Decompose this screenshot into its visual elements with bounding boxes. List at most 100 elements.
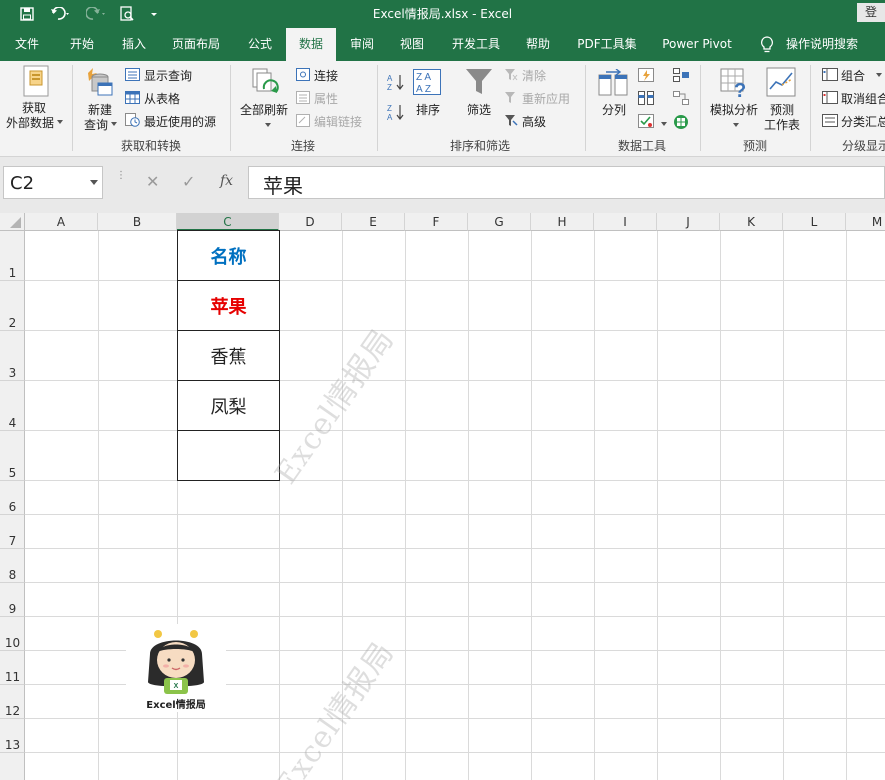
column-header-f[interactable]: F [405, 213, 468, 231]
row-header-7[interactable]: 7 [0, 515, 25, 549]
new-query-label-2[interactable]: 查询 [84, 116, 108, 133]
recent-sources-button[interactable]: 最近使用的源 [144, 113, 216, 130]
row-header-4[interactable]: 4 [0, 381, 25, 431]
cell-c4[interactable]: 凤梨 [178, 381, 279, 430]
group-button[interactable]: 组合 [841, 67, 865, 84]
tell-me-search[interactable]: 操作说明搜索 [780, 28, 864, 61]
group-icon[interactable] [822, 68, 838, 81]
chevron-down-icon[interactable] [111, 122, 117, 126]
tab-power-pivot[interactable]: Power Pivot [652, 28, 742, 61]
column-header-d[interactable]: D [279, 213, 342, 231]
chevron-down-icon[interactable] [57, 120, 63, 124]
formula-input[interactable]: 苹果 [248, 166, 885, 199]
from-table-button[interactable]: 从表格 [144, 90, 180, 107]
column-header-l[interactable]: L [783, 213, 846, 231]
insert-function-icon[interactable]: fx [220, 173, 233, 189]
tab-data[interactable]: 数据 [286, 28, 336, 61]
table-icon[interactable] [125, 91, 140, 104]
subtotal-button[interactable]: 分类汇总 [841, 113, 885, 130]
row-header-8[interactable]: 8 [0, 549, 25, 583]
connections-icon[interactable] [296, 68, 310, 81]
chevron-down-icon[interactable] [661, 122, 667, 126]
filter-button[interactable]: 筛选 [467, 101, 491, 118]
row-header-9[interactable]: 9 [0, 583, 25, 617]
recent-sources-icon[interactable] [125, 113, 140, 127]
sort-ascending-icon[interactable]: AZ [387, 73, 405, 92]
row-header-12[interactable]: 12 [0, 685, 25, 719]
data-model-icon[interactable] [673, 114, 689, 130]
tab-review[interactable]: 审阅 [340, 28, 384, 61]
forecast-sheet-label-2[interactable]: 工作表 [764, 116, 800, 133]
what-if-analysis-button[interactable]: 模拟分析 [710, 101, 758, 118]
advanced-button[interactable]: 高级 [522, 113, 546, 130]
row-header-6[interactable]: 6 [0, 481, 25, 515]
connections-button[interactable]: 连接 [314, 67, 338, 84]
consolidate-icon[interactable] [673, 68, 689, 82]
tab-formulas[interactable]: 公式 [238, 28, 282, 61]
row-header-14[interactable] [0, 753, 25, 780]
chevron-down-icon[interactable] [90, 180, 98, 185]
column-header-i[interactable]: I [594, 213, 657, 231]
filter-icon[interactable] [465, 67, 493, 97]
cell-c5[interactable] [178, 431, 279, 480]
text-to-columns-icon[interactable] [598, 68, 628, 97]
cancel-icon[interactable]: ✕ [146, 172, 159, 191]
refresh-all-button[interactable]: 全部刷新 [240, 101, 288, 118]
cell-c1[interactable]: 名称 [178, 231, 279, 280]
ungroup-button[interactable]: 取消组合 [841, 90, 885, 107]
row-header-5[interactable]: 5 [0, 431, 25, 481]
text-to-columns-button[interactable]: 分列 [602, 101, 626, 118]
column-header-b[interactable]: B [98, 213, 177, 231]
remove-duplicates-icon[interactable] [638, 91, 654, 105]
show-queries-icon[interactable] [125, 68, 140, 81]
subtotal-icon[interactable] [822, 114, 838, 127]
forecast-sheet-icon[interactable] [766, 67, 796, 97]
tab-insert[interactable]: 插入 [112, 28, 156, 61]
get-external-data-label-2[interactable]: 外部数据 [6, 114, 54, 131]
tab-home[interactable]: 开始 [58, 28, 106, 61]
row-header-2[interactable]: 2 [0, 281, 25, 331]
enter-icon[interactable]: ✓ [182, 172, 195, 191]
tab-view[interactable]: 视图 [390, 28, 434, 61]
chevron-down-icon[interactable] [265, 123, 271, 127]
column-header-a[interactable]: A [25, 213, 98, 231]
show-queries-button[interactable]: 显示查询 [144, 67, 192, 84]
cell-c3[interactable]: 香蕉 [178, 331, 279, 380]
select-all-corner[interactable] [0, 213, 25, 231]
column-header-m[interactable]: M [846, 213, 885, 231]
tab-page-layout[interactable]: 页面布局 [164, 28, 228, 61]
tab-pdf-tools[interactable]: PDF工具集 [570, 28, 644, 61]
row-header-13[interactable]: 13 [0, 719, 25, 753]
sort-button[interactable]: 排序 [416, 101, 440, 118]
name-box[interactable]: C2 [3, 166, 103, 199]
tab-developer[interactable]: 开发工具 [442, 28, 510, 61]
sort-icon[interactable]: Z AA Z [413, 69, 441, 95]
refresh-all-icon[interactable] [250, 67, 280, 99]
data-validation-icon[interactable] [638, 114, 654, 128]
column-header-c[interactable]: C [177, 213, 279, 231]
column-header-j[interactable]: J [657, 213, 720, 231]
drag-handle-icon[interactable]: ⋮ [116, 171, 126, 189]
worksheet-grid[interactable]: A B C D E F G H I J K L M 1 2 3 4 5 6 7 … [0, 213, 885, 780]
column-header-h[interactable]: H [531, 213, 594, 231]
tab-help[interactable]: 帮助 [516, 28, 560, 61]
column-header-e[interactable]: E [342, 213, 405, 231]
cell-c2[interactable]: 苹果 [178, 281, 279, 330]
row-header-3[interactable]: 3 [0, 331, 25, 381]
get-external-data-icon[interactable] [22, 65, 50, 97]
chevron-down-icon[interactable] [733, 123, 739, 127]
advanced-filter-icon[interactable] [504, 114, 518, 127]
tab-file[interactable]: 文件 [6, 28, 48, 61]
sort-descending-icon[interactable]: ZA [387, 103, 405, 122]
column-header-g[interactable]: G [468, 213, 531, 231]
row-header-11[interactable]: 11 [0, 651, 25, 685]
row-header-10[interactable]: 10 [0, 617, 25, 651]
login-button[interactable]: 登 [857, 3, 885, 22]
flash-fill-icon[interactable] [638, 68, 654, 82]
chevron-down-icon[interactable] [876, 73, 882, 77]
relationships-icon[interactable] [673, 91, 689, 105]
new-query-icon[interactable] [84, 67, 114, 99]
ungroup-icon[interactable] [822, 91, 838, 104]
row-header-1[interactable]: 1 [0, 231, 25, 281]
column-header-k[interactable]: K [720, 213, 783, 231]
